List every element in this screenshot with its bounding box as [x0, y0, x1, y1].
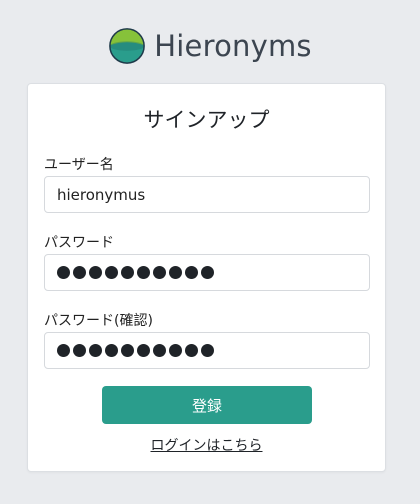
mask-dot	[121, 266, 134, 279]
page-title: サインアップ	[143, 108, 270, 132]
password-confirm-field[interactable]	[44, 332, 370, 369]
login-link-wrapper: ログインはこちら	[28, 435, 385, 455]
mask-dot	[185, 266, 198, 279]
mask-dot	[73, 344, 86, 357]
username-field[interactable]	[44, 176, 370, 213]
mask-dot	[153, 344, 166, 357]
brand-name: Hieronyms	[154, 28, 312, 63]
hieronyms-logo-icon	[109, 28, 146, 64]
password-confirm-mask	[57, 344, 214, 357]
mask-dot	[169, 344, 182, 357]
mask-dot	[73, 266, 86, 279]
register-button[interactable]: 登録	[102, 386, 312, 424]
login-link[interactable]: ログインはこちら	[151, 438, 263, 454]
username-label: ユーザー名	[44, 157, 114, 173]
mask-dot	[105, 266, 118, 279]
mask-dot	[57, 266, 70, 279]
username-input[interactable]	[57, 185, 357, 204]
password-label: パスワード	[44, 235, 114, 251]
password-field[interactable]	[44, 254, 370, 291]
mask-dot	[105, 344, 118, 357]
mask-dot	[201, 266, 214, 279]
mask-dot	[185, 344, 198, 357]
mask-dot	[137, 344, 150, 357]
mask-dot	[137, 266, 150, 279]
mask-dot	[201, 344, 214, 357]
mask-dot	[121, 344, 134, 357]
mask-dot	[153, 266, 166, 279]
mask-dot	[169, 266, 182, 279]
signup-card: サインアップ ユーザー名 パスワード パスワード(確認) 登録 ログインはこちら	[27, 83, 386, 472]
mask-dot	[57, 344, 70, 357]
password-confirm-label: パスワード(確認)	[44, 313, 153, 329]
password-mask	[57, 266, 214, 279]
mask-dot	[89, 344, 102, 357]
mask-dot	[89, 266, 102, 279]
brand-header: Hieronyms	[0, 24, 420, 68]
